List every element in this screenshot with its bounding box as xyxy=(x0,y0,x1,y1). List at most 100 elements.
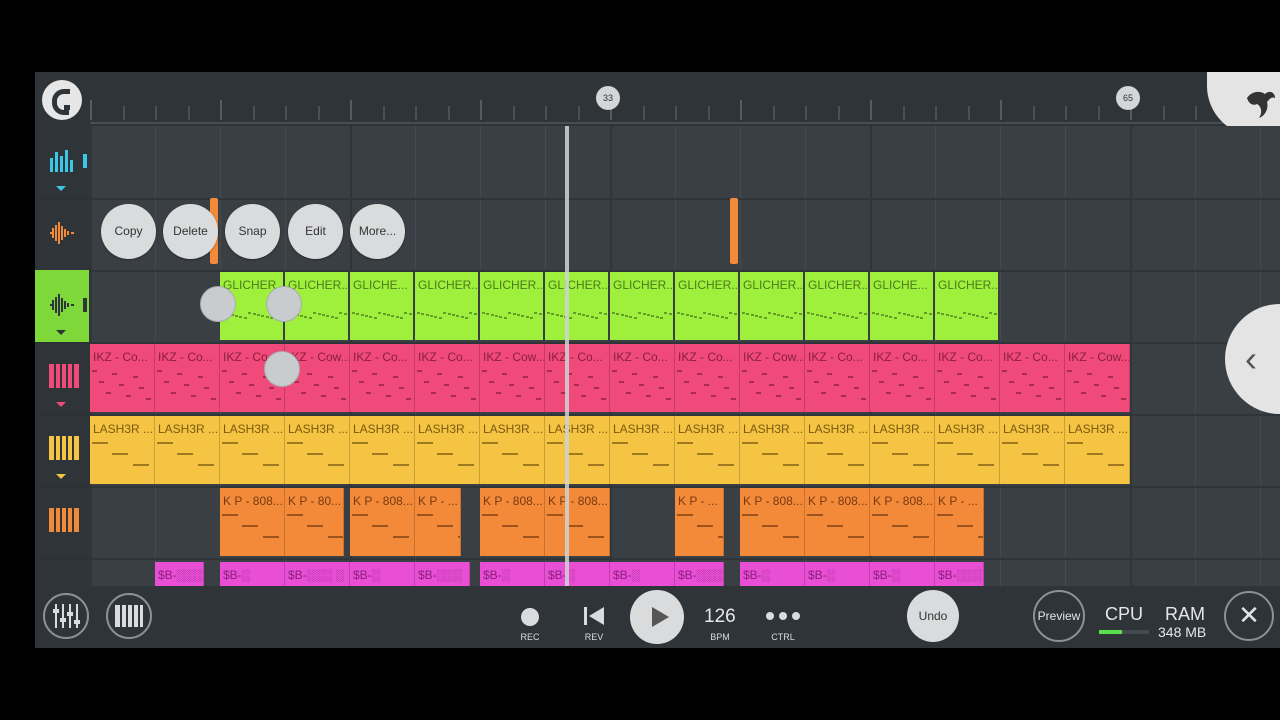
track-header-1[interactable] xyxy=(35,126,89,199)
track-header-4[interactable] xyxy=(35,342,89,415)
pattern-clip[interactable]: LASH3R ... xyxy=(740,416,805,484)
more-button[interactable]: More... xyxy=(350,204,405,259)
pattern-clip[interactable]: IKZ - Cow... xyxy=(740,344,805,412)
pattern-clip[interactable]: K P - ... xyxy=(935,488,984,556)
pattern-clip[interactable]: IKZ - Co... xyxy=(870,344,935,412)
track-header-6[interactable] xyxy=(35,486,89,559)
pattern-clip[interactable]: GLICHER... xyxy=(740,272,805,340)
pattern-clip[interactable]: $B-░ xyxy=(805,562,870,586)
pattern-clip[interactable]: K P - ... xyxy=(415,488,461,556)
pattern-clip[interactable]: IKZ - Co... xyxy=(90,344,155,412)
pattern-clip[interactable]: $B-░░░ ░ xyxy=(285,562,350,586)
mixer-button[interactable] xyxy=(43,593,89,639)
pattern-clip[interactable]: LASH3R ... xyxy=(220,416,285,484)
piano-roll-button[interactable] xyxy=(106,593,152,639)
record-button[interactable] xyxy=(521,608,539,626)
pattern-clip[interactable]: LASH3R ... xyxy=(155,416,220,484)
snap-button[interactable]: Snap xyxy=(225,204,280,259)
track-header-5[interactable] xyxy=(35,414,89,487)
bar-marker-33[interactable]: 33 xyxy=(596,86,620,110)
pattern-clip[interactable]: LASH3R ... xyxy=(935,416,1000,484)
pattern-clip[interactable]: IKZ - Co... xyxy=(155,344,220,412)
selection-handle-bottom[interactable] xyxy=(264,351,300,387)
track-row-7[interactable]: $B-░░░ $B-░ $B-░░░ ░ $B-░ $B-░░░ $B-░ $B-░ $B-░… xyxy=(90,558,1280,586)
pattern-clip[interactable]: K P - 808... xyxy=(805,488,870,556)
close-button[interactable]: ✕ xyxy=(1224,591,1274,641)
pattern-clip[interactable]: $B-░░░ xyxy=(415,562,471,586)
bpm-value[interactable]: 126 xyxy=(704,606,736,628)
copy-button[interactable]: Copy xyxy=(101,204,156,259)
pattern-clip[interactable]: IKZ - Cow... xyxy=(1065,344,1130,412)
pattern-clip[interactable]: LASH3R ... xyxy=(1065,416,1130,484)
pattern-clip[interactable]: LASH3R ... xyxy=(90,416,155,484)
chevron-down-icon[interactable] xyxy=(56,474,66,479)
pattern-clip[interactable]: LASH3R ... xyxy=(415,416,480,484)
pattern-clip[interactable]: LASH3R ... xyxy=(675,416,740,484)
chevron-down-icon[interactable] xyxy=(56,402,66,407)
pattern-clip[interactable]: LASH3R ... xyxy=(480,416,545,484)
pattern-clip[interactable]: $B-░ xyxy=(740,562,805,586)
pattern-clip[interactable]: K P - 808... xyxy=(740,488,805,556)
rewind-icon[interactable] xyxy=(583,606,605,626)
pattern-clip[interactable]: GLICHE... xyxy=(870,272,935,340)
pattern-clip[interactable]: IKZ - Co... xyxy=(545,344,610,412)
pattern-clip[interactable]: K P - ... xyxy=(675,488,724,556)
pattern-clip[interactable]: GLICHER... xyxy=(480,272,545,340)
edit-button[interactable]: Edit xyxy=(288,204,343,259)
pattern-clip[interactable]: IKZ - Co... xyxy=(805,344,870,412)
pattern-clip[interactable]: GLICHER... xyxy=(675,272,740,340)
pattern-clip[interactable]: LASH3R ... xyxy=(870,416,935,484)
pattern-clip[interactable]: IKZ - Co... xyxy=(935,344,1000,412)
pattern-clip[interactable]: GLICHER... xyxy=(805,272,870,340)
pattern-clip[interactable]: IKZ - Co... xyxy=(610,344,675,412)
track-row-1[interactable] xyxy=(90,126,1280,200)
pattern-clip[interactable]: GLICHER... xyxy=(415,272,480,340)
track-row-6[interactable]: K P - 808... K P - 80... K P - 808... K P -… xyxy=(90,486,1280,560)
pattern-clip[interactable]: IKZ - Cow... xyxy=(480,344,545,412)
pattern-clip[interactable]: K P - 808... xyxy=(220,488,285,556)
pattern-clip[interactable]: $B-░░░ xyxy=(675,562,724,586)
playhead[interactable] xyxy=(565,126,569,586)
undo-button[interactable]: Undo xyxy=(907,590,959,642)
playlist-grid[interactable]: GLICHER... GLICHER... GLICHE... GLICHER... G… xyxy=(90,126,1280,586)
pattern-clip[interactable]: $B-░ xyxy=(610,562,675,586)
pattern-clip[interactable]: $B-░ xyxy=(480,562,545,586)
pattern-clip[interactable]: LASH3R ... xyxy=(350,416,415,484)
pattern-clip[interactable]: K P - 808... xyxy=(870,488,935,556)
magnet-snap-icon[interactable] xyxy=(42,80,82,120)
pattern-clip[interactable]: IKZ - Co... xyxy=(1000,344,1065,412)
pattern-clip[interactable]: IKZ - Co... xyxy=(415,344,480,412)
chevron-down-icon[interactable] xyxy=(56,330,66,335)
more-dots-icon[interactable] xyxy=(765,611,801,621)
pattern-clip[interactable]: $B-░ xyxy=(220,562,285,586)
pattern-clip[interactable]: K P - 808... xyxy=(480,488,545,556)
selection-handle-right[interactable] xyxy=(266,286,302,322)
pattern-clip[interactable]: LASH3R ... xyxy=(610,416,675,484)
delete-button[interactable]: Delete xyxy=(163,204,218,259)
pattern-clip[interactable]: $B-░ xyxy=(870,562,935,586)
audio-marker[interactable] xyxy=(730,198,738,264)
pattern-clip[interactable]: K P - 808... xyxy=(350,488,415,556)
pattern-clip[interactable]: K P - 80... xyxy=(285,488,344,556)
pattern-clip[interactable]: $B-░░░ xyxy=(935,562,984,586)
pattern-clip[interactable]: $B-░ xyxy=(350,562,415,586)
bar-marker-65[interactable]: 65 xyxy=(1116,86,1140,110)
track-header-2[interactable] xyxy=(35,198,89,271)
track-row-5[interactable]: LASH3R ... LASH3R ... LASH3R ... LASH3R ...… xyxy=(90,414,1280,488)
pattern-clip[interactable]: LASH3R ... xyxy=(285,416,350,484)
preview-button[interactable]: Preview xyxy=(1033,590,1085,642)
pattern-clip[interactable]: LASH3R ... xyxy=(545,416,610,484)
pattern-clip[interactable]: $B-░░░ xyxy=(155,562,204,586)
pattern-clip[interactable]: $B-░ xyxy=(545,562,610,586)
pattern-clip[interactable]: IKZ - Co... xyxy=(675,344,740,412)
track-header-3-selected[interactable] xyxy=(35,270,89,343)
pattern-clip[interactable]: LASH3R ... xyxy=(1000,416,1065,484)
pattern-clip[interactable]: GLICHER... xyxy=(610,272,675,340)
pattern-clip[interactable]: GLICHER... xyxy=(935,272,1000,340)
pattern-clip[interactable]: LASH3R ... xyxy=(805,416,870,484)
pattern-clip[interactable]: IKZ - Co... xyxy=(350,344,415,412)
selection-handle-left[interactable] xyxy=(200,286,236,322)
play-button[interactable] xyxy=(630,590,684,644)
chevron-down-icon[interactable] xyxy=(56,186,66,191)
pattern-clip[interactable]: GLICHE... xyxy=(350,272,415,340)
